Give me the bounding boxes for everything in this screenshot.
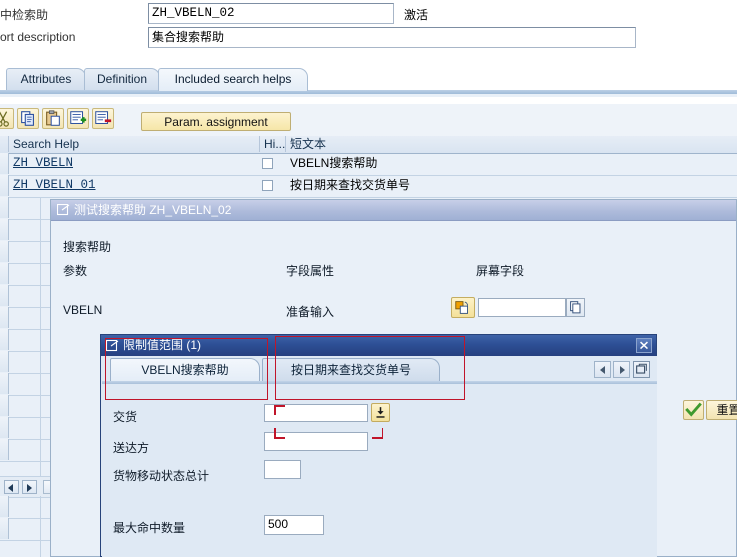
restrict-tab-underline <box>102 381 657 384</box>
param-assignment-button[interactable]: Param. assignment <box>141 112 291 131</box>
restrict-tab-find-by-date[interactable]: 按日期来查找交货单号 <box>262 358 440 381</box>
tabstrip: Attributes Definition Included search he… <box>0 68 737 92</box>
short-description-label: ort description <box>0 30 76 44</box>
row-selector[interactable] <box>0 518 9 539</box>
row-selector[interactable] <box>0 285 9 306</box>
row-selector[interactable] <box>0 373 9 394</box>
activation-status-label: 激活 <box>404 8 429 22</box>
cell-hidden-checkbox[interactable] <box>262 180 273 191</box>
screen-field-picker-icon <box>455 301 468 314</box>
row-selector[interactable] <box>0 395 9 416</box>
restrict-dialog-titlebar[interactable]: 限制值范围 (1) <box>101 335 656 356</box>
restrict-dialog-tabbar: VBELN搜索帮助 按日期来查找交货单号 <box>102 358 657 382</box>
restrict-dialog-title: 限制值范围 (1) <box>123 338 202 352</box>
column-screen-field-label: 屏幕字段 <box>476 264 525 278</box>
max-hits-input[interactable]: 500 <box>264 515 324 535</box>
delete-row-icon <box>95 111 112 124</box>
test-dialog-section-label: 搜索帮助 <box>63 240 112 254</box>
restrict-next-arrow-icon[interactable] <box>613 361 630 378</box>
ship-to-party-label: 送达方 <box>113 441 150 455</box>
restrict-dialog-body: VBELN搜索帮助 按日期来查找交货单号 <box>102 356 657 557</box>
grid-header-search-help[interactable]: Search Help <box>9 136 260 152</box>
row-selector[interactable] <box>0 417 9 438</box>
tab-included-search-helps[interactable]: Included search helps <box>158 68 308 91</box>
tabstrip-underline-inner <box>0 94 737 97</box>
scroll-left-arrow-icon[interactable] <box>4 480 19 494</box>
screen-field-picker-button[interactable] <box>451 297 475 318</box>
window-icon <box>57 204 70 216</box>
row-selector[interactable] <box>0 175 9 196</box>
scroll-right-arrow-icon[interactable] <box>22 480 37 494</box>
reset-button[interactable]: 重置 <box>706 400 737 420</box>
row-selector[interactable] <box>0 496 9 517</box>
short-description-input[interactable]: 集合搜索帮助 <box>148 27 636 48</box>
row-selector[interactable] <box>0 197 9 218</box>
goods-movement-status-label: 货物移动状态总计 <box>113 469 210 483</box>
copy-button[interactable] <box>17 108 39 129</box>
check-icon <box>685 402 702 417</box>
grid-column-divider <box>40 197 41 476</box>
grid-header-selector[interactable] <box>0 136 9 152</box>
cell-search-help[interactable]: ZH_VBELN_01 <box>9 175 260 196</box>
cell-hidden-checkbox[interactable] <box>262 158 273 169</box>
delivery-label: 交货 <box>113 410 138 424</box>
cut-button[interactable] <box>0 108 14 129</box>
tab-attributes[interactable]: Attributes <box>6 68 86 90</box>
screen-field-input[interactable] <box>478 298 566 317</box>
close-x-icon <box>640 341 648 350</box>
execute-button[interactable] <box>683 400 704 420</box>
row-selector[interactable] <box>0 241 9 262</box>
search-help-name-label: 中检索助 <box>0 8 49 22</box>
table-row[interactable]: ZH_VBELN VBELN搜索帮助 <box>0 153 737 176</box>
column-field-attribute-label: 字段属性 <box>286 264 335 278</box>
toolbar <box>0 104 737 136</box>
test-dialog-title: 测试搜索帮助 ZH_VBELN_02 <box>74 203 232 217</box>
table-row[interactable]: ZH_VBELN_01 按日期来查找交货单号 <box>0 175 737 198</box>
tab-definition[interactable]: Definition <box>84 68 160 90</box>
insert-row-button[interactable] <box>67 108 89 129</box>
row-selector[interactable] <box>0 307 9 328</box>
row-selector[interactable] <box>0 351 9 372</box>
ship-to-party-input[interactable] <box>264 432 368 451</box>
grid-header-row: Search Help Hi... 短文本 <box>0 136 737 154</box>
paste-icon <box>46 110 60 126</box>
grid-header-hidden[interactable]: Hi... <box>260 136 286 152</box>
restore-icon <box>636 363 647 374</box>
paste-button[interactable] <box>42 108 64 129</box>
cut-icon <box>0 111 9 127</box>
window-icon <box>106 340 119 352</box>
restore-window-icon[interactable] <box>633 361 650 378</box>
row-parameter-value: VBELN <box>63 303 103 317</box>
row-selector[interactable] <box>0 439 9 460</box>
row-selector[interactable] <box>0 153 9 174</box>
delete-row-button[interactable] <box>92 108 114 129</box>
test-dialog-titlebar[interactable]: 测试搜索帮助 ZH_VBELN_02 <box>51 200 736 221</box>
grid-column-divider <box>40 496 41 557</box>
restrict-prev-arrow-icon[interactable] <box>594 361 611 378</box>
search-help-name-input[interactable]: ZH_VBELN_02 <box>148 3 394 24</box>
row-selector[interactable] <box>0 263 9 284</box>
cell-short-text[interactable]: 按日期来查找交货单号 <box>286 175 737 196</box>
grid-header-short-text[interactable]: 短文本 <box>286 136 737 152</box>
restrict-tab-vbeln-search-help[interactable]: VBELN搜索帮助 <box>110 358 260 381</box>
insert-row-icon <box>70 111 87 124</box>
goods-movement-status-input[interactable] <box>264 460 301 479</box>
f4-help-icon <box>570 301 581 314</box>
delivery-input[interactable] <box>264 404 368 422</box>
row-selector[interactable] <box>0 219 9 240</box>
row-field-attribute-value: 准备输入 <box>286 305 335 319</box>
max-hits-label: 最大命中数量 <box>113 521 186 535</box>
f4-dropdown-icon <box>376 407 385 418</box>
cell-search-help[interactable]: ZH_VBELN <box>9 153 260 174</box>
cell-short-text[interactable]: VBELN搜索帮助 <box>286 153 737 174</box>
close-icon[interactable] <box>636 338 652 353</box>
column-parameter-label: 参数 <box>63 264 88 278</box>
copy-icon <box>21 111 34 126</box>
screen-field-f4-button[interactable] <box>566 298 585 317</box>
delivery-f4-button[interactable] <box>371 403 390 422</box>
header-form: 中检索助 ZH_VBELN_02 激活 ort description 集合搜索… <box>0 0 737 62</box>
row-selector[interactable] <box>0 329 9 350</box>
